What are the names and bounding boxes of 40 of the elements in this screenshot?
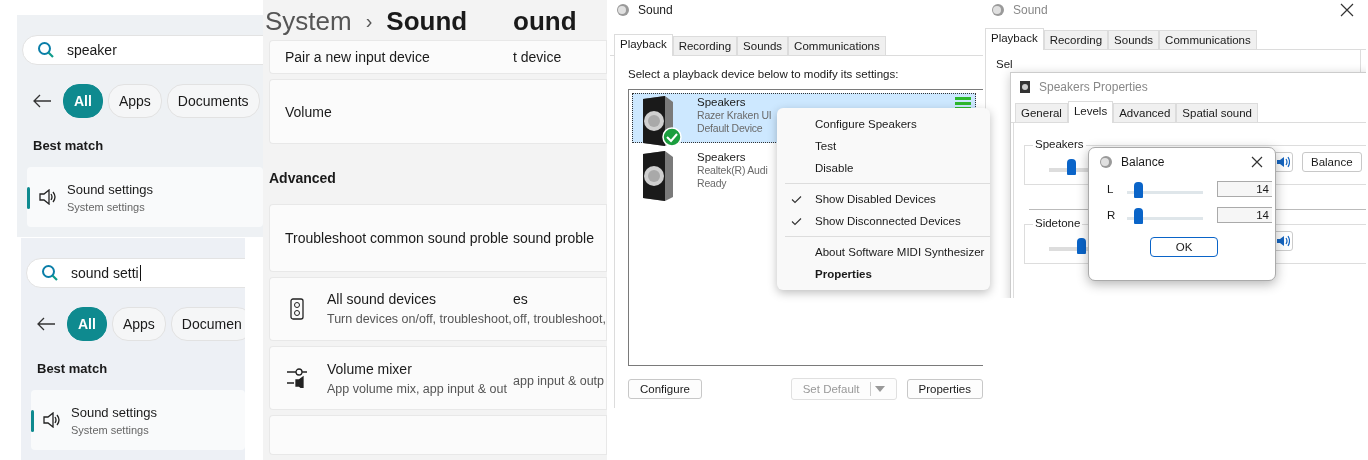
card-title: Pair a new input device xyxy=(285,48,430,65)
card-subtitle: app input & outp xyxy=(513,373,605,388)
result-subtitle: System settings xyxy=(67,200,146,213)
page-title: Sound xyxy=(386,6,468,38)
result-title: Sound settings xyxy=(71,404,157,420)
card-subtitle: Turn devices on/off, troubleshoot, xyxy=(327,312,512,327)
device-name: Speakers xyxy=(697,151,747,164)
breadcrumb-separator: › xyxy=(365,10,373,34)
card-title: Troubleshoot common sound proble xyxy=(285,229,509,246)
search-query: sound setti xyxy=(71,265,141,281)
group-label: Sidetone xyxy=(1033,217,1083,229)
card-subtitle: off, troubleshoot, xyxy=(513,312,606,327)
card-title: Volume mixer xyxy=(327,360,413,377)
window-title: Sound xyxy=(638,3,673,17)
page-title: ound xyxy=(513,6,577,38)
window-title: Sound xyxy=(1013,3,1048,17)
device-status: Ready xyxy=(697,177,728,190)
device-description: Razer Kraken Ul xyxy=(697,109,772,122)
device-status: Default Device xyxy=(697,122,764,135)
search-query: speaker xyxy=(67,42,117,58)
instruction-text: Sel xyxy=(996,58,1013,70)
group-label: Speakers xyxy=(1033,138,1086,150)
device-description: Realtek(R) Audi xyxy=(697,164,768,177)
card-title: es xyxy=(513,291,529,308)
window-title: Balance xyxy=(1121,155,1165,169)
window-title: Speakers Properties xyxy=(1039,80,1148,94)
result-subtitle: System settings xyxy=(71,423,150,436)
section-heading: Advanced xyxy=(269,170,336,187)
section-heading: Best match xyxy=(37,361,109,376)
channel-label: R xyxy=(1107,209,1117,221)
card-title: t device xyxy=(513,48,562,65)
channel-label: L xyxy=(1107,183,1115,195)
instruction-text: Select a playback device below to modify its settings: xyxy=(628,68,900,80)
card-title: sound proble xyxy=(513,229,594,246)
card-title: Volume xyxy=(285,103,332,120)
card-title: All sound devices xyxy=(327,291,437,308)
card-subtitle: App volume mix, app input & out xyxy=(327,381,507,396)
result-title: Sound settings xyxy=(67,181,153,197)
section-heading: Best match xyxy=(33,138,105,153)
device-name: Speakers xyxy=(697,96,747,109)
